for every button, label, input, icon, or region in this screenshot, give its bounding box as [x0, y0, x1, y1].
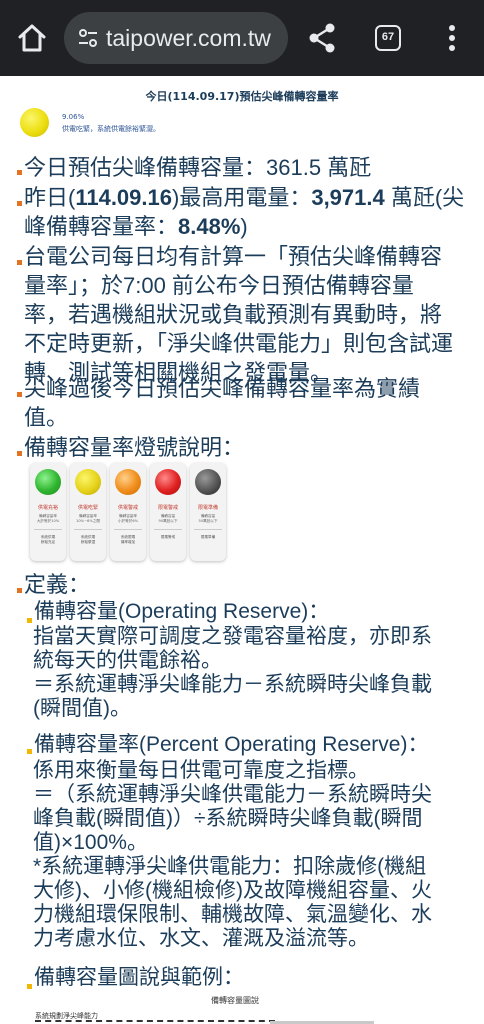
def-percent-reserve-title: 備轉容量率(Percent Operating Reserve)：: [34, 733, 429, 756]
reserve-percent: 9.06%: [62, 113, 85, 121]
share-icon[interactable]: [306, 20, 338, 56]
bullet-icon: [17, 170, 22, 175]
sub-bullet-icon: [27, 984, 32, 989]
red-light-icon: [155, 469, 181, 495]
orange-light-icon: [115, 469, 141, 495]
today-reserve: 今日預估尖峰備轉容量：361.5 萬瓩: [24, 155, 372, 180]
bullet-icon: [17, 201, 22, 206]
legend-card-orange: 供電警戒 備轉容量率 小於等於6% 系統限電 機率增加: [110, 463, 146, 561]
address-bar[interactable]: taipower.com.tw: [64, 12, 288, 64]
def-operating-reserve-title: 備轉容量(Operating Reserve)：: [34, 600, 330, 623]
legend-card-red: 限電警戒 備轉容量 90萬瓩以下 限電警戒: [150, 463, 186, 561]
url-text: taipower.com.tw: [106, 25, 271, 51]
legend-heading: 備轉容量率燈號說明：: [24, 435, 245, 460]
chart-dashed-line: [35, 1020, 275, 1022]
sub-bullet-icon: [27, 749, 32, 754]
yellow-light-icon: [75, 469, 101, 495]
bullet-icon: [17, 451, 22, 456]
home-icon[interactable]: [14, 20, 50, 56]
page-title: 今日(114.09.17)預估尖峰備轉容量率: [145, 90, 339, 103]
bullet-icon: [17, 588, 22, 593]
after-peak-note: 尖峰過後今日預估尖峰備轉容量率為實績 值。: [24, 376, 421, 430]
browser-toolbar: taipower.com.tw 67: [0, 0, 484, 76]
chart-title: 備轉容量圖說: [211, 996, 259, 1005]
def-operating-reserve-body: 指當天實際可調度之發電容量裕度，亦即系 統每天的供電餘裕。 ＝系統運轉淨尖峰能力…: [33, 625, 432, 720]
bullet-icon: [17, 392, 22, 397]
light-legend: 供電充裕 備轉容量率 大於等於10% 系統供電 餘裕充足 供電吃緊 備轉容量率 10%…: [22, 463, 232, 561]
tune-icon[interactable]: [78, 28, 98, 48]
def-chart-example-title: 備轉容量圖說與範例：: [34, 966, 244, 989]
definitions-heading: 定義：: [24, 572, 91, 597]
bullet-icon: [17, 260, 22, 265]
legend-card-yellow: 供電吃緊 備轉容量率 10%~6%之間 系統供電 餘裕緊澀: [70, 463, 106, 561]
tab-switcher-icon[interactable]: 67: [375, 25, 401, 51]
def-percent-reserve-body: 係用來衡量每日供電可靠度之指標。 ＝（系統運轉淨尖峰供電能力－系統瞬時尖 峰負載…: [33, 759, 432, 950]
legend-card-green: 供電充裕 備轉容量率 大於等於10% 系統供電 餘裕充足: [30, 463, 66, 561]
overflow-menu-icon[interactable]: [440, 22, 464, 54]
calc-explanation: 台電公司每日均有計算一「預估尖峰備轉容 量率」；於7:00 前公布今日預估備轉容…: [24, 244, 454, 385]
yesterday-peak: 昨日(114.09.16)最高用電量：3,971.4 萬瓩(尖 峰備轉容量率：8…: [24, 185, 465, 239]
status-light-icon: [20, 108, 49, 137]
legend-card-black: 限電準備 備轉容量 50萬瓩以下 限電準備: [190, 463, 226, 561]
green-light-icon: [35, 469, 61, 495]
black-light-icon: [195, 469, 221, 495]
status-message: 供電吃緊，系統供電餘裕緊澀。: [62, 125, 160, 133]
sub-bullet-icon: [27, 618, 32, 623]
